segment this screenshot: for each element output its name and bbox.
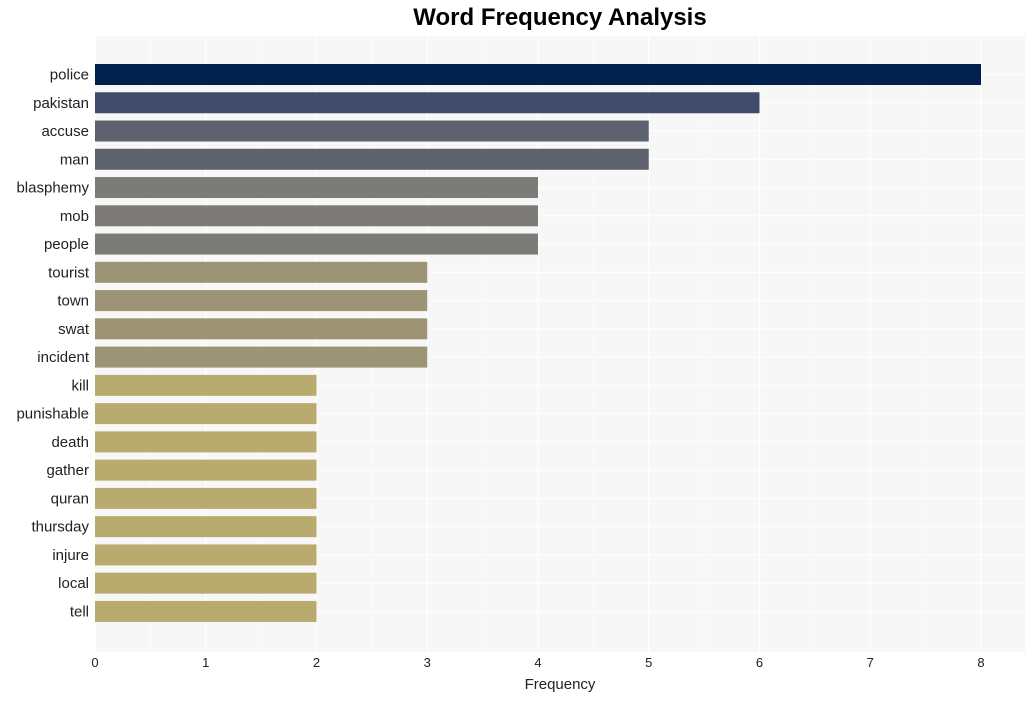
bar-tell <box>95 600 317 622</box>
y-tick-label: incident <box>37 349 90 366</box>
bar-swat <box>95 318 428 340</box>
y-tick-label: thursday <box>31 519 89 536</box>
x-tick-label: 0 <box>91 655 98 670</box>
bar-pakistan <box>95 92 760 114</box>
bar-chart: police pakistan accuse man blasphemy mob peopl… <box>16 36 1025 693</box>
bar-police <box>95 64 981 85</box>
x-axis-ticks: 0 1 2 3 4 5 6 7 8 <box>91 655 984 670</box>
x-tick-label: 4 <box>534 655 541 670</box>
y-tick-label: kill <box>72 377 90 394</box>
y-tick-label: quran <box>51 490 89 507</box>
y-tick-label: injure <box>52 547 89 564</box>
x-tick-label: 5 <box>645 655 652 670</box>
y-tick-label: local <box>58 575 89 592</box>
bar-mob <box>95 205 538 227</box>
y-tick-label: town <box>57 293 89 310</box>
bar-gather <box>95 459 317 481</box>
bar-quran <box>95 487 317 509</box>
x-tick-label: 2 <box>313 655 320 670</box>
bar-town <box>95 290 428 312</box>
bar-injure <box>95 544 317 566</box>
y-axis-labels: police pakistan accuse man blasphemy mob peopl… <box>16 67 89 621</box>
x-tick-label: 3 <box>424 655 431 670</box>
bar-kill <box>95 374 317 396</box>
bar-death <box>95 431 317 453</box>
y-tick-label: pakistan <box>33 95 89 112</box>
bar-punishable <box>95 403 317 425</box>
bar-incident <box>95 346 428 368</box>
y-tick-label: death <box>51 434 89 451</box>
y-tick-label: people <box>44 236 89 253</box>
y-tick-label: tell <box>70 603 89 620</box>
y-tick-label: police <box>50 67 89 84</box>
bar-accuse <box>95 120 649 142</box>
y-tick-label: swat <box>58 321 90 338</box>
bar-man <box>95 148 649 170</box>
y-tick-label: accuse <box>41 123 89 140</box>
bar-tourist <box>95 261 428 283</box>
y-tick-label: tourist <box>48 264 90 281</box>
x-tick-label: 8 <box>977 655 984 670</box>
bar-people <box>95 233 538 255</box>
x-tick-label: 6 <box>756 655 763 670</box>
y-tick-label: gather <box>46 462 89 479</box>
x-tick-label: 1 <box>202 655 209 670</box>
x-tick-label: 7 <box>867 655 874 670</box>
y-tick-label: punishable <box>16 406 89 423</box>
bar-blasphemy <box>95 177 538 199</box>
bar-thursday <box>95 516 317 538</box>
y-tick-label: blasphemy <box>16 180 89 197</box>
y-tick-label: man <box>60 151 89 168</box>
x-axis-label: Frequency <box>525 676 596 693</box>
bar-local <box>95 572 317 594</box>
y-tick-label: mob <box>60 208 89 225</box>
